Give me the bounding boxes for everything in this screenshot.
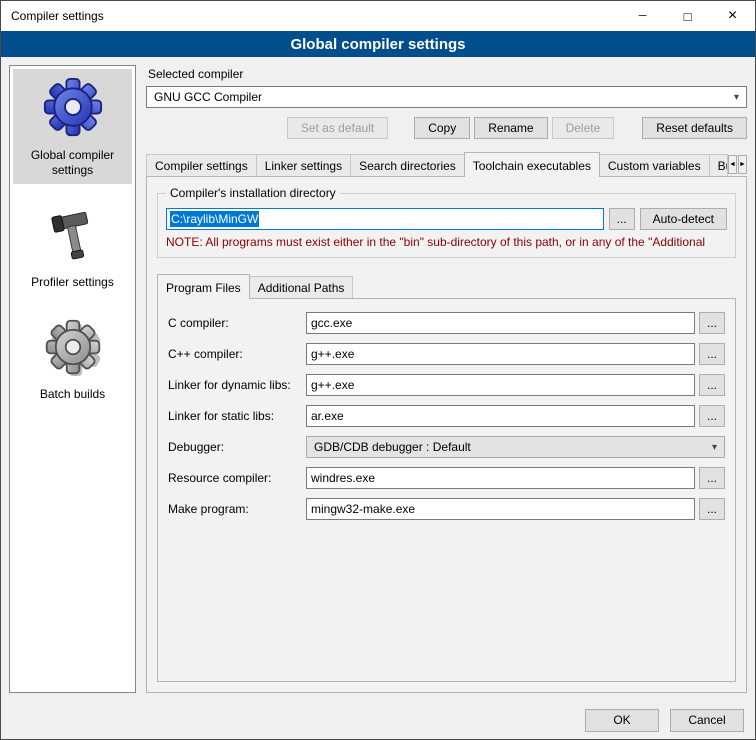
dynamic-linker-input[interactable] <box>306 374 695 396</box>
program-files-panel: C compiler: ... C++ compiler: ... Linker… <box>157 298 736 682</box>
debugger-select[interactable]: GDB/CDB debugger : Default ▾ <box>306 436 725 458</box>
tab-compiler-settings[interactable]: Compiler settings <box>146 154 257 176</box>
tab-build-options[interactable]: Buil <box>709 154 728 176</box>
sidebar-item-global-compiler-settings[interactable]: Global compiler settings <box>13 69 132 184</box>
arrow-right-icon: ► <box>739 161 746 168</box>
form-row: C++ compiler: ... <box>168 343 725 365</box>
sidebar-item-batch-builds[interactable]: Batch builds <box>13 310 132 408</box>
tab-custom-variables[interactable]: Custom variables <box>599 154 710 176</box>
chevron-down-icon: ▾ <box>712 442 717 453</box>
installation-directory-row: C:\raylib\MinGW ... Auto-detect <box>166 208 727 230</box>
c-compiler-browse-button[interactable]: ... <box>699 312 725 334</box>
minimize-button[interactable]: ─ <box>620 1 665 31</box>
sidebar-item-label: Profiler settings <box>31 275 114 290</box>
tab-scroll-right-button[interactable]: ► <box>738 155 747 174</box>
arrow-left-icon: ◄ <box>729 161 736 168</box>
copy-button[interactable]: Copy <box>414 117 470 139</box>
resource-compiler-browse-button[interactable]: ... <box>699 467 725 489</box>
resource-compiler-input[interactable] <box>306 467 695 489</box>
static-linker-browse-button[interactable]: ... <box>699 405 725 427</box>
c-compiler-input[interactable] <box>306 312 695 334</box>
tab-toolchain-executables[interactable]: Toolchain executables <box>464 152 600 177</box>
maximize-icon: □ <box>684 9 692 24</box>
form-row: Linker for dynamic libs: ... <box>168 374 725 396</box>
make-program-input[interactable] <box>306 498 695 520</box>
form-row: C compiler: ... <box>168 312 725 334</box>
dialog-header: Global compiler settings <box>1 31 755 57</box>
program-files-tabstrip: Program Files Additional Paths <box>157 274 736 298</box>
tab-additional-paths[interactable]: Additional Paths <box>249 276 354 298</box>
profiler-icon <box>44 206 102 267</box>
sidebar-item-profiler-settings[interactable]: Profiler settings <box>13 198 132 296</box>
title-bar: Compiler settings ─ □ × <box>1 1 755 31</box>
debugger-select-value: GDB/CDB debugger : Default <box>314 440 471 454</box>
installation-directory-groupbox: Compiler's installation directory C:\ray… <box>157 193 736 258</box>
compiler-actions: Set as default Copy Rename Delete Reset … <box>146 117 747 139</box>
sidebar-item-label: Batch builds <box>40 387 105 402</box>
tab-program-files[interactable]: Program Files <box>157 274 250 299</box>
bin-subdirectory-note: NOTE: All programs must exist either in … <box>166 235 727 249</box>
dialog-body: Global compiler settings Profiler settin… <box>1 57 755 701</box>
sidebar-item-label: Global compiler settings <box>15 148 130 178</box>
auto-detect-button[interactable]: Auto-detect <box>640 208 727 230</box>
chevron-down-icon: ▾ <box>734 92 739 103</box>
installation-directory-title: Compiler's installation directory <box>166 186 340 200</box>
dynamic-linker-label: Linker for dynamic libs: <box>168 378 306 392</box>
tab-scroll-left-button[interactable]: ◄ <box>728 155 737 174</box>
cpp-compiler-input[interactable] <box>306 343 695 365</box>
form-row: Debugger: GDB/CDB debugger : Default ▾ <box>168 436 725 458</box>
tab-linker-settings[interactable]: Linker settings <box>256 154 351 176</box>
form-row: Resource compiler: ... <box>168 467 725 489</box>
main-content: Selected compiler GNU GCC Compiler ▾ Set… <box>146 65 747 693</box>
rename-button[interactable]: Rename <box>474 117 547 139</box>
settings-tabstrip: Compiler settings Linker settings Search… <box>146 152 747 176</box>
close-button[interactable]: × <box>710 1 755 31</box>
settings-sidebar: Global compiler settings Profiler settin… <box>9 65 136 693</box>
dialog-footer: OK Cancel <box>1 701 755 739</box>
reset-defaults-button[interactable]: Reset defaults <box>642 117 747 139</box>
toolchain-executables-panel: Compiler's installation directory C:\ray… <box>146 176 747 693</box>
form-row: Make program: ... <box>168 498 725 520</box>
resource-compiler-label: Resource compiler: <box>168 471 306 485</box>
installation-directory-browse-button[interactable]: ... <box>609 208 635 230</box>
minimize-icon: ─ <box>639 10 647 22</box>
make-program-browse-button[interactable]: ... <box>699 498 725 520</box>
c-compiler-label: C compiler: <box>168 316 306 330</box>
compiler-select-value: GNU GCC Compiler <box>154 90 262 104</box>
make-program-label: Make program: <box>168 502 306 516</box>
window-controls: ─ □ × <box>620 1 755 31</box>
static-linker-label: Linker for static libs: <box>168 409 306 423</box>
installation-directory-value: C:\raylib\MinGW <box>170 211 259 227</box>
form-row: Linker for static libs: ... <box>168 405 725 427</box>
compiler-settings-window: Compiler settings ─ □ × Global compiler … <box>0 0 756 740</box>
cpp-compiler-browse-button[interactable]: ... <box>699 343 725 365</box>
cpp-compiler-label: C++ compiler: <box>168 347 306 361</box>
delete-button[interactable]: Delete <box>552 117 615 139</box>
set-as-default-button[interactable]: Set as default <box>287 117 388 139</box>
ok-button[interactable]: OK <box>585 709 659 732</box>
tab-search-directories[interactable]: Search directories <box>350 154 465 176</box>
selected-compiler-label: Selected compiler <box>148 67 747 81</box>
global-compiler-gear-icon <box>43 77 103 140</box>
installation-directory-input[interactable]: C:\raylib\MinGW <box>166 208 604 230</box>
compiler-select[interactable]: GNU GCC Compiler ▾ <box>146 86 747 108</box>
maximize-button[interactable]: □ <box>665 1 710 31</box>
cancel-button[interactable]: Cancel <box>670 709 744 732</box>
close-icon: × <box>728 7 737 25</box>
batch-builds-gear-icon <box>44 318 102 379</box>
debugger-label: Debugger: <box>168 440 306 454</box>
dynamic-linker-browse-button[interactable]: ... <box>699 374 725 396</box>
window-title: Compiler settings <box>1 9 104 23</box>
static-linker-input[interactable] <box>306 405 695 427</box>
